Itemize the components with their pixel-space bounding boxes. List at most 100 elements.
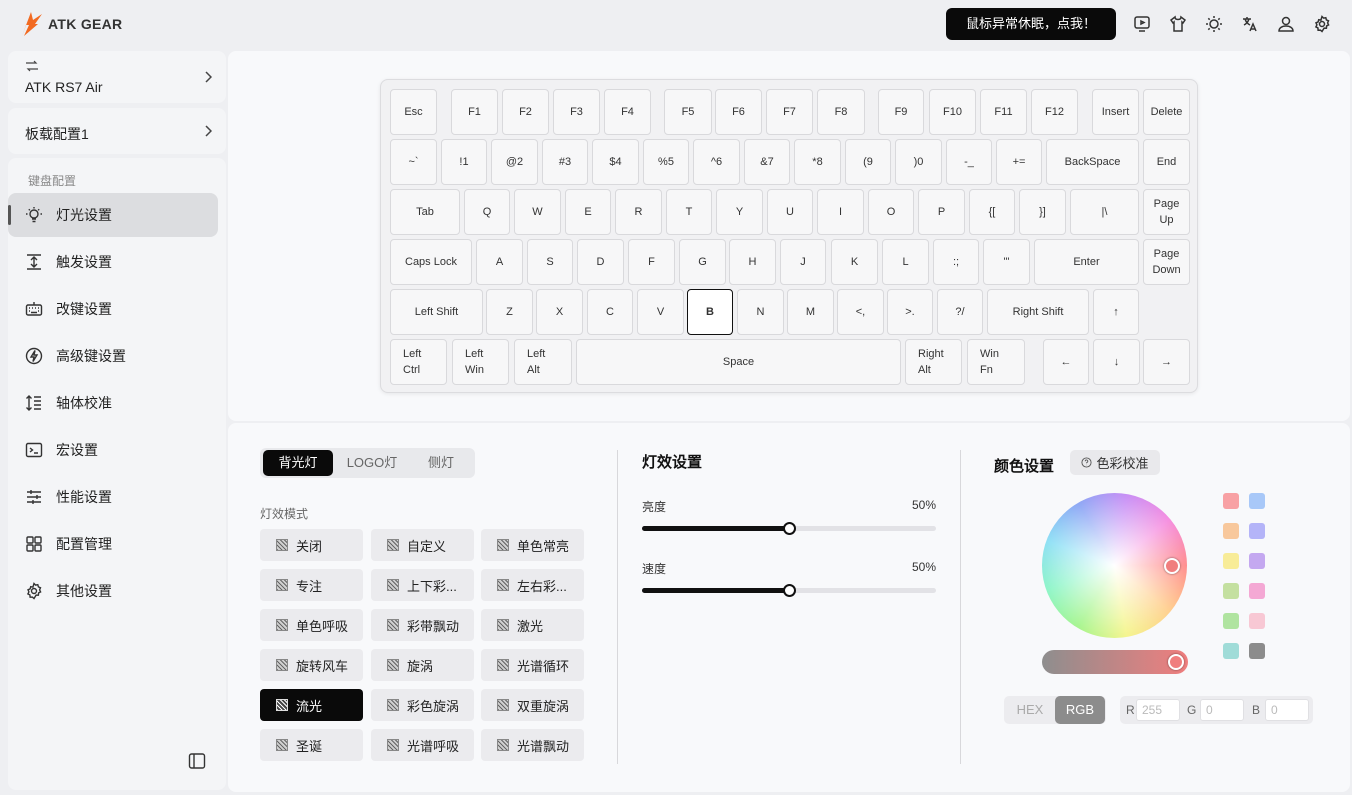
key[interactable]: *8 — [794, 139, 841, 185]
key[interactable]: N — [737, 289, 784, 335]
shirt-icon[interactable] — [1160, 12, 1196, 36]
key[interactable]: -_ — [946, 139, 992, 185]
key[interactable]: Win Fn — [967, 339, 1025, 385]
g-input[interactable]: 0 — [1200, 699, 1244, 721]
sidebar-item-other[interactable]: 其他设置 — [8, 569, 218, 613]
color-intensity-thumb[interactable] — [1168, 654, 1184, 670]
light-mode-button[interactable]: 流光 — [260, 689, 363, 721]
key[interactable]: T — [666, 189, 712, 235]
key[interactable]: "' — [983, 239, 1030, 285]
light-mode-button[interactable]: 自定义 — [371, 529, 474, 561]
light-mode-button[interactable]: 彩带飘动 — [371, 609, 474, 641]
color-wheel-thumb[interactable] — [1164, 558, 1180, 574]
key[interactable]: Q — [464, 189, 510, 235]
key[interactable]: BackSpace — [1046, 139, 1139, 185]
light-mode-button[interactable]: 光谱飘动 — [481, 729, 584, 761]
key[interactable]: P — [918, 189, 965, 235]
settings-icon[interactable] — [1304, 12, 1340, 36]
key[interactable]: Caps Lock — [390, 239, 472, 285]
light-mode-button[interactable]: 专注 — [260, 569, 363, 601]
sidebar-item-calibration[interactable]: 轴体校准 — [8, 381, 218, 425]
light-mode-button[interactable]: 光谱呼吸 — [371, 729, 474, 761]
tab-side-light[interactable]: 侧灯 — [410, 450, 472, 476]
light-mode-button[interactable]: 左右彩... — [481, 569, 584, 601]
key[interactable]: %5 — [643, 139, 689, 185]
key[interactable]: F10 — [929, 89, 976, 135]
key[interactable]: )0 — [895, 139, 942, 185]
r-input[interactable]: 255 — [1136, 699, 1180, 721]
brightness-thumb[interactable] — [783, 522, 796, 535]
key[interactable]: :; — [933, 239, 979, 285]
key[interactable]: W — [514, 189, 561, 235]
key[interactable]: U — [767, 189, 813, 235]
key[interactable]: &7 — [744, 139, 790, 185]
key[interactable]: F — [628, 239, 675, 285]
key[interactable]: G — [679, 239, 726, 285]
key[interactable]: Left Alt — [514, 339, 572, 385]
key[interactable]: }] — [1019, 189, 1066, 235]
key[interactable]: J — [780, 239, 826, 285]
brightness-slider[interactable] — [642, 522, 936, 535]
key[interactable]: H — [729, 239, 776, 285]
sidebar-item-performance[interactable]: 性能设置 — [8, 475, 218, 519]
light-mode-button[interactable]: 单色常亮 — [481, 529, 584, 561]
key[interactable]: Delete — [1143, 89, 1190, 135]
key[interactable]: Left Win — [452, 339, 509, 385]
sidebar-item-trigger[interactable]: 触发设置 — [8, 240, 218, 284]
key[interactable]: C — [587, 289, 633, 335]
key[interactable]: <, — [837, 289, 884, 335]
tab-rgb[interactable]: RGB — [1055, 696, 1105, 724]
light-mode-button[interactable]: 彩色旋涡 — [371, 689, 474, 721]
color-swatch[interactable] — [1249, 643, 1265, 659]
key[interactable]: D — [577, 239, 624, 285]
key[interactable]: Page Up — [1143, 189, 1190, 235]
color-swatch[interactable] — [1249, 523, 1265, 539]
key[interactable]: Tab — [390, 189, 460, 235]
key[interactable]: A — [476, 239, 523, 285]
key[interactable]: V — [637, 289, 684, 335]
key[interactable]: $4 — [592, 139, 639, 185]
sidebar-collapse-icon[interactable] — [188, 752, 206, 770]
key[interactable]: O — [868, 189, 914, 235]
color-calibrate-button[interactable]: 色彩校准 — [1070, 450, 1160, 475]
light-mode-button[interactable]: 上下彩... — [371, 569, 474, 601]
sidebar-item-profiles[interactable]: 配置管理 — [8, 522, 218, 566]
color-swatch[interactable] — [1249, 583, 1265, 599]
key[interactable]: ~` — [390, 139, 437, 185]
key[interactable]: F2 — [502, 89, 549, 135]
sidebar-item-lighting[interactable]: 灯光设置 — [8, 193, 218, 237]
key[interactable]: → — [1143, 339, 1190, 385]
light-mode-button[interactable]: 旋转风车 — [260, 649, 363, 681]
key[interactable]: {[ — [969, 189, 1015, 235]
b-input[interactable]: 0 — [1265, 699, 1309, 721]
key[interactable]: (9 — [845, 139, 891, 185]
color-swatch[interactable] — [1223, 493, 1239, 509]
key[interactable]: K — [831, 239, 878, 285]
sidebar-item-remap[interactable]: 改键设置 — [8, 287, 218, 331]
sun-icon[interactable] — [1196, 12, 1232, 36]
key[interactable]: F6 — [715, 89, 762, 135]
color-swatch[interactable] — [1223, 613, 1239, 629]
key[interactable]: Left Shift — [390, 289, 483, 335]
key[interactable]: ^6 — [693, 139, 740, 185]
speed-thumb[interactable] — [783, 584, 796, 597]
device-selector[interactable]: ATK RS7 Air — [8, 51, 226, 103]
light-mode-button[interactable]: 光谱循环 — [481, 649, 584, 681]
light-mode-button[interactable]: 关闭 — [260, 529, 363, 561]
key[interactable]: Page Down — [1143, 239, 1190, 285]
key[interactable]: ← — [1043, 339, 1089, 385]
key[interactable]: @2 — [491, 139, 538, 185]
key[interactable]: !1 — [441, 139, 487, 185]
light-mode-button[interactable]: 双重旋涡 — [481, 689, 584, 721]
color-swatch[interactable] — [1223, 523, 1239, 539]
key[interactable]: ↑ — [1093, 289, 1139, 335]
key[interactable]: S — [527, 239, 573, 285]
key[interactable]: F7 — [766, 89, 813, 135]
key[interactable]: F9 — [878, 89, 924, 135]
key[interactable]: B — [687, 289, 733, 335]
key[interactable]: E — [565, 189, 611, 235]
key[interactable]: F3 — [553, 89, 600, 135]
color-swatch[interactable] — [1223, 553, 1239, 569]
sleep-alert-button[interactable]: 鼠标异常休眠，点我！ — [946, 8, 1116, 40]
monitor-icon[interactable] — [1124, 12, 1160, 36]
